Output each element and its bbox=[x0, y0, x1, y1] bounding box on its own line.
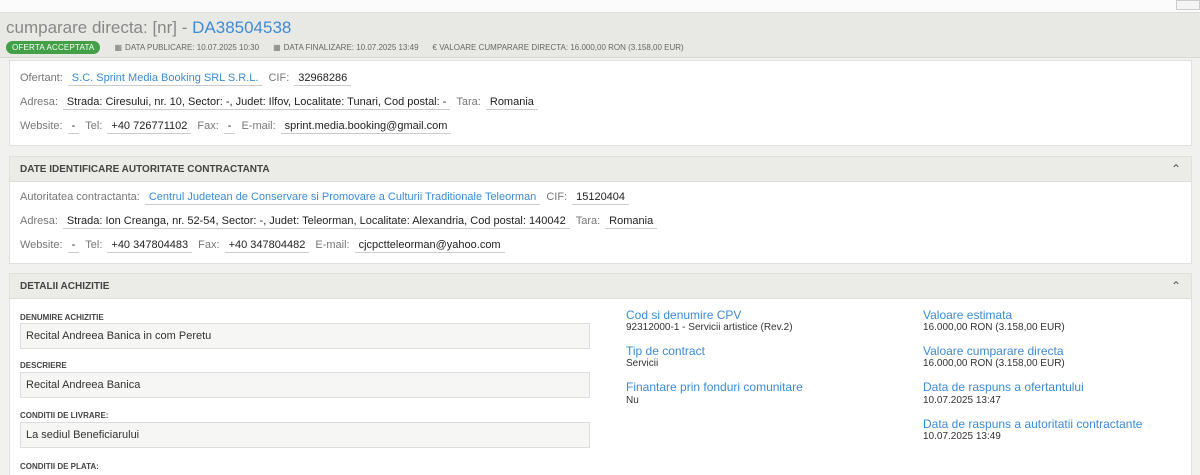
address-label: Adresa: bbox=[20, 96, 58, 108]
procurement-code: DA38504538 bbox=[192, 18, 292, 37]
delivery-conditions-label: CONDITII DE LIVRARE: bbox=[20, 411, 109, 420]
authority-tel-label: Tel: bbox=[85, 239, 103, 251]
country-value: Romania bbox=[485, 96, 538, 110]
procurement-name-field: Recital Andreea Banica in com Peretu bbox=[20, 323, 590, 349]
tel-value: +40 726771102 bbox=[107, 120, 192, 134]
bidder-address-row: Adresa: Strada: Ciresului, nr. 10, Secto… bbox=[20, 96, 544, 110]
calendar-icon: ▦ bbox=[114, 43, 123, 52]
direct-purchase-value-text: € VALOARE CUMPARARE DIRECTA: 16.000,00 R… bbox=[432, 43, 684, 52]
eu-funds-title: Finantare prin fonduri comunitare bbox=[626, 380, 803, 394]
authority-address-label: Adresa: bbox=[20, 215, 58, 227]
direct-purchase-value-field: 16.000,00 RON (3.158,00 EUR) bbox=[923, 358, 1065, 369]
email-value: sprint.media.booking@gmail.com bbox=[280, 120, 452, 134]
description-field: Recital Andreea Banica bbox=[20, 372, 590, 398]
authority-row: Autoritatea contractanta: Centrul Judete… bbox=[20, 191, 635, 205]
authority-response-date-title: Data de raspuns a autoritatii contractan… bbox=[923, 417, 1143, 431]
authority-section-title: DATE IDENTIFICARE AUTORITATE CONTRACTANT… bbox=[20, 164, 270, 175]
cpv-title: Cod si denumire CPV bbox=[626, 308, 742, 322]
payment-conditions-label: CONDITII DE PLATA: bbox=[20, 462, 99, 471]
authority-label: Autoritatea contractanta: bbox=[20, 191, 140, 203]
title-prefix: cumparare directa: [nr] - bbox=[6, 18, 193, 37]
authority-website-label: Website: bbox=[20, 239, 63, 251]
authority-address-value: Strada: Ion Creanga, nr. 52-54, Sector: … bbox=[62, 215, 570, 229]
procurement-details-panel: DETALII ACHIZITIE ⌃ DENUMIRE ACHIZITIE R… bbox=[9, 273, 1192, 475]
direct-purchase-value: € VALOARE CUMPARARE DIRECTA: 16.000,00 R… bbox=[433, 43, 684, 52]
header-meta: OFERTA ACCEPTATA ▦ DATA PUBLICARE: 10.07.… bbox=[6, 41, 684, 54]
bidder-response-date-title: Data de raspuns a ofertantului bbox=[923, 380, 1084, 394]
description-label: DESCRIERE bbox=[20, 361, 67, 370]
authority-response-date-value: 10.07.2025 13:49 bbox=[923, 431, 1001, 442]
procurement-panel-header[interactable]: DETALII ACHIZITIE ⌃ bbox=[10, 274, 1191, 299]
estimated-value: 16.000,00 RON (3.158,00 EUR) bbox=[923, 322, 1065, 333]
email-label: E-mail: bbox=[241, 120, 276, 132]
chevron-up-icon[interactable]: ⌃ bbox=[1171, 162, 1181, 176]
bidder-response-date-value: 10.07.2025 13:47 bbox=[923, 395, 1001, 406]
authority-panel-header[interactable]: DATE IDENTIFICARE AUTORITATE CONTRACTANT… bbox=[10, 157, 1191, 182]
bidder-label: Ofertant: bbox=[20, 72, 63, 84]
authority-cif-value: 15120404 bbox=[572, 191, 630, 205]
bidder-panel: Ofertant: S.C. Sprint Media Booking SRL … bbox=[9, 60, 1192, 146]
authority-panel: DATE IDENTIFICARE AUTORITATE CONTRACTANT… bbox=[9, 156, 1192, 264]
status-badge: OFERTA ACCEPTATA bbox=[6, 41, 101, 54]
procurement-name-label: DENUMIRE ACHIZITIE bbox=[20, 313, 104, 322]
chevron-up-icon[interactable]: ⌃ bbox=[1171, 279, 1181, 293]
procurement-section-title: DETALII ACHIZITIE bbox=[20, 281, 110, 292]
tel-label: Tel: bbox=[85, 120, 103, 132]
website-value: - bbox=[67, 120, 80, 134]
direct-purchase-title: Valoare cumparare directa bbox=[923, 344, 1064, 358]
authority-link[interactable]: Centrul Judetean de Conservare si Promov… bbox=[144, 191, 541, 205]
page-title: cumparare directa: [nr] - DA38504538 bbox=[6, 18, 291, 38]
authority-website-value: - bbox=[67, 239, 80, 253]
cpv-value: 92312000-1 - Servicii artistice (Rev.2) bbox=[626, 322, 793, 333]
finalize-date-text: DATA FINALIZARE: 10.07.2025 13:49 bbox=[283, 43, 419, 52]
authority-email-value: cjcpctteleorman@yahoo.com bbox=[354, 239, 505, 253]
bidder-contact-row: Website: - Tel: +40 726771102 Fax: - E-m… bbox=[20, 120, 457, 134]
authority-country-label: Tara: bbox=[575, 215, 601, 227]
delivery-conditions-field: La sediul Beneficiarului bbox=[20, 422, 590, 448]
authority-tel-value: +40 347804483 bbox=[107, 239, 193, 253]
page-header: cumparare directa: [nr] - DA38504538 OFE… bbox=[0, 12, 1200, 58]
authority-fax-label: Fax: bbox=[198, 239, 220, 251]
publish-date: ▦ DATA PUBLICARE: 10.07.2025 10:30 bbox=[114, 43, 259, 52]
authority-address-row: Adresa: Strada: Ion Creanga, nr. 52-54, … bbox=[20, 215, 663, 229]
bidder-link[interactable]: S.C. Sprint Media Booking SRL S.R.L. bbox=[67, 72, 263, 86]
authority-contact-row: Website: - Tel: +40 347804483 Fax: +40 3… bbox=[20, 239, 511, 253]
fax-label: Fax: bbox=[197, 120, 219, 132]
country-label: Tara: bbox=[456, 96, 481, 108]
eu-funds-value: Nu bbox=[626, 395, 639, 406]
authority-fax-value: +40 347804482 bbox=[224, 239, 310, 253]
website-label: Website: bbox=[20, 120, 63, 132]
authority-email-label: E-mail: bbox=[315, 239, 350, 251]
top-strip bbox=[0, 0, 1200, 12]
finalize-date: ▦ DATA FINALIZARE: 10.07.2025 13:49 bbox=[273, 43, 418, 52]
publish-date-text: DATA PUBLICARE: 10.07.2025 10:30 bbox=[125, 43, 260, 52]
fax-value: - bbox=[223, 120, 236, 134]
estimated-value-title: Valoare estimata bbox=[923, 308, 1013, 322]
authority-country-value: Romania bbox=[605, 215, 658, 229]
bidder-row: Ofertant: S.C. Sprint Media Booking SRL … bbox=[20, 72, 357, 86]
address-value: Strada: Ciresului, nr. 10, Sector: -, Ju… bbox=[62, 96, 451, 110]
top-right-control[interactable] bbox=[1176, 0, 1200, 10]
contract-type-value: Servicii bbox=[626, 358, 659, 369]
cif-label: CIF: bbox=[268, 72, 290, 84]
cif-value: 32968286 bbox=[294, 72, 352, 86]
calendar-icon: ▦ bbox=[273, 43, 281, 52]
contract-type-title: Tip de contract bbox=[626, 344, 705, 358]
authority-cif-label: CIF: bbox=[546, 191, 568, 203]
